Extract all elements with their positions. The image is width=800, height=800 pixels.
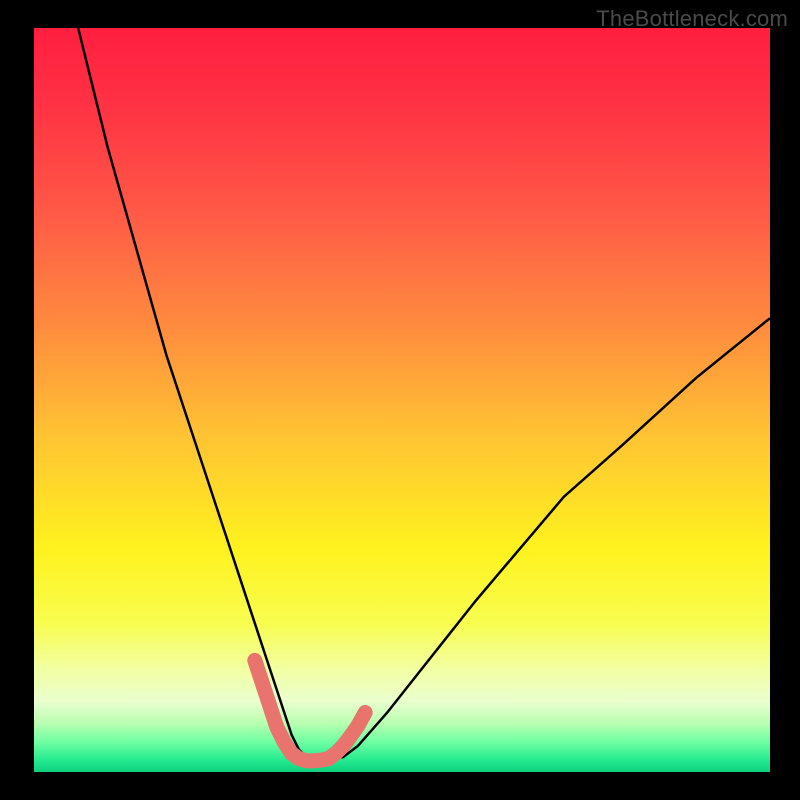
bottleneck-plot	[0, 0, 800, 800]
chart-stage: TheBottleneck.com	[0, 0, 800, 800]
plot-background	[34, 28, 770, 772]
watermark-text: TheBottleneck.com	[596, 6, 788, 32]
